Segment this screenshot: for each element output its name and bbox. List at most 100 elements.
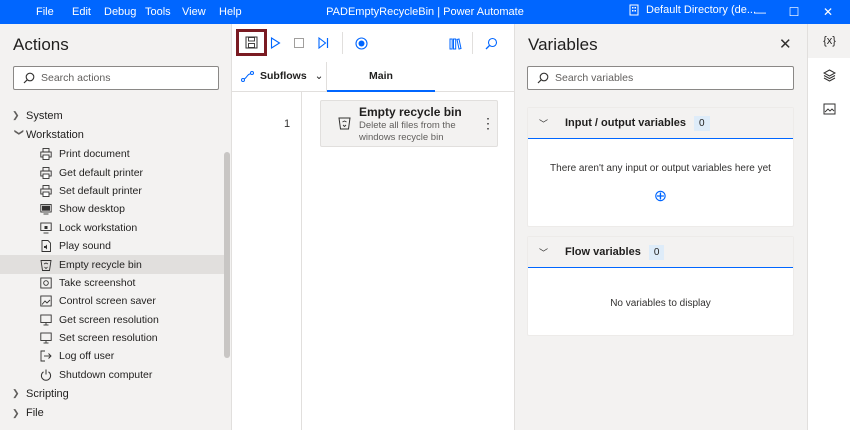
search-actions-input[interactable]: Search actions [13,66,219,90]
actions-pane: Actions Search actions ❯ System ❯ Workst… [0,24,232,430]
toolbar-separator [472,32,473,54]
action-item-set-screen-resolution[interactable]: Set screen resolution [0,329,224,347]
io-variables-empty-message: There aren't any input or output variabl… [550,163,771,174]
log-off-icon [39,350,52,362]
category-label: Scripting [26,387,69,400]
recycle-bin-icon [338,116,351,133]
action-item-print-document[interactable]: Print document [0,145,224,163]
action-item-lock-workstation[interactable]: Lock workstation [0,219,224,237]
menu-view[interactable]: View [182,6,206,18]
action-item-log-off-user[interactable]: Log off user [0,347,224,365]
directory-selector[interactable]: Default Directory (de... [628,4,756,16]
flow-variables-header[interactable]: ﹀ Flow variables 0 [528,237,793,268]
desktop-icon [39,203,52,215]
variables-pane: Variables ✕ Search variables ﹀ Input / o… [515,24,807,430]
printer-icon [39,166,52,179]
flow-variables-empty-message: No variables to display [610,298,711,309]
menu-tools[interactable]: Tools [145,6,171,18]
screen-saver-icon [39,295,52,307]
chevron-down-icon: ❯ [14,128,25,136]
action-item-label: Set screen resolution [59,332,158,345]
action-item-label: Take screenshot [59,276,136,289]
chevron-right-icon: ❯ [12,388,20,399]
chevron-right-icon: ❯ [12,407,20,418]
step-title: Empty recycle bin [359,105,462,119]
search-icon [23,72,35,84]
add-variable-icon[interactable]: ⊕ [528,186,793,206]
run-next-action-button[interactable] [312,32,334,54]
category-system[interactable]: ❯ System [0,106,224,126]
action-item-empty-recycle-bin[interactable]: Empty recycle bin [0,255,224,274]
menu-edit[interactable]: Edit [72,6,91,18]
flow-variables-count: 0 [648,244,665,260]
action-item-label: Control screen saver [59,295,156,308]
images-rail-button[interactable] [808,92,850,126]
title-bar: File Edit Debug Tools View Help PADEmpty… [0,0,850,24]
menu-help[interactable]: Help [219,6,242,18]
flow-variables-label: Flow variables [565,246,641,258]
record-button[interactable] [350,32,372,54]
printer-icon [39,185,52,197]
ui-elements-rail-button[interactable] [808,58,850,92]
monitor-icon [39,332,52,344]
menu-debug[interactable]: Debug [104,6,136,18]
minimize-button[interactable]: — [742,0,778,24]
action-item-get-default-printer[interactable]: Get default printer [0,163,224,181]
stop-button[interactable] [288,32,310,54]
action-item-label: Set default printer [59,184,142,197]
actions-title: Actions [13,35,69,54]
step-forward-icon [318,37,329,49]
subflows-label: Subflows [260,70,307,82]
library-button[interactable] [444,32,466,54]
sound-file-icon [39,240,52,253]
category-file[interactable]: ❯ File [0,404,224,424]
io-variables-header[interactable]: ﹀ Input / output variables 0 [528,108,793,139]
io-variables-count: 0 [694,115,710,131]
chevron-right-icon: ❯ [12,110,20,121]
chevron-down-icon: ﹀ [539,118,549,129]
save-button[interactable] [236,29,267,56]
chevron-down-icon: ﹀ [539,247,549,258]
image-icon [823,103,836,115]
variables-title: Variables [528,35,598,54]
io-variables-section: ﹀ Input / output variables 0 There aren'… [527,107,794,227]
run-button[interactable] [264,32,286,54]
action-step-card[interactable]: Empty recycle bin Delete all files from … [320,100,498,147]
action-item-get-screen-resolution[interactable]: Get screen resolution [0,311,224,329]
variables-icon: {x} [823,35,836,47]
close-window-button[interactable]: ✕ [810,0,846,24]
category-workstation[interactable]: ❯ Workstation [0,126,224,146]
building-icon [629,4,639,16]
flow-designer: Subflows ⌄ Main 1 Empty recycle bin Dele… [232,24,515,430]
right-rail: {x} [807,24,850,430]
action-item-label: Log off user [59,350,115,363]
action-item-label: Lock workstation [59,221,138,234]
action-item-take-screenshot[interactable]: Take screenshot [0,274,224,292]
action-item-set-default-printer[interactable]: Set default printer [0,182,224,200]
action-item-play-sound[interactable]: Play sound [0,237,224,255]
play-icon [270,37,281,49]
action-item-show-desktop[interactable]: Show desktop [0,200,224,218]
line-gutter [232,92,302,430]
category-scripting[interactable]: ❯ Scripting [0,384,224,404]
variables-rail-button[interactable]: {x} [808,24,850,58]
tab-main[interactable]: Main [327,62,435,92]
actions-scrollbar[interactable] [224,152,230,358]
record-icon [354,36,368,50]
action-item-control-screen-saver[interactable]: Control screen saver [0,292,224,310]
close-icon[interactable]: ✕ [779,35,792,53]
lock-icon [39,222,52,234]
subflows-dropdown[interactable]: Subflows ⌄ [241,70,323,82]
action-item-shutdown-computer[interactable]: Shutdown computer [0,366,224,384]
menu-file[interactable]: File [36,6,54,18]
line-number: 1 [284,118,291,130]
screenshot-icon [39,277,52,289]
action-item-label: Shutdown computer [59,368,153,381]
step-description: Delete all files from the windows recycl… [359,120,456,143]
flow-variables-section: ﹀ Flow variables 0 No variables to displ… [527,236,794,336]
search-variables-input[interactable]: Search variables [527,66,794,90]
search-icon [537,72,549,84]
maximize-button[interactable]: ☐ [776,0,812,24]
more-options-icon[interactable]: ⋮ [481,115,495,132]
search-flow-button[interactable] [480,32,502,54]
